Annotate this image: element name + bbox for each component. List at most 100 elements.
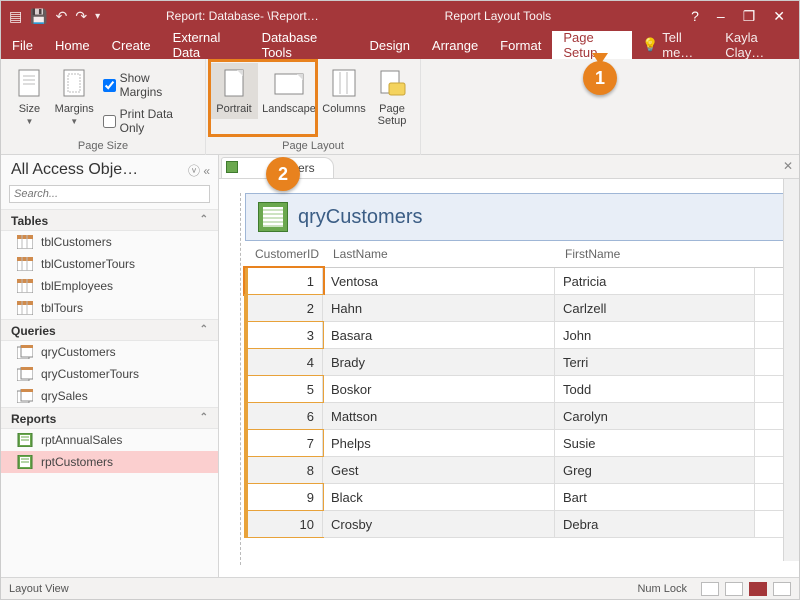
- cell-id[interactable]: 4: [245, 349, 323, 375]
- cell-lastname[interactable]: Ventosa: [323, 268, 555, 294]
- cell-firstname[interactable]: Carlzell: [555, 295, 755, 321]
- print-data-only-checkbox[interactable]: Print Data Only: [97, 105, 199, 137]
- tell-me[interactable]: 💡 Tell me…: [632, 31, 715, 59]
- table-row[interactable]: 9BlackBart: [245, 484, 789, 511]
- cell-id[interactable]: 7: [245, 430, 323, 456]
- cell-firstname[interactable]: Carolyn: [555, 403, 755, 429]
- cell-firstname[interactable]: Todd: [555, 376, 755, 402]
- cell-id[interactable]: 1: [245, 268, 323, 294]
- table-row[interactable]: 3BasaraJohn: [245, 322, 789, 349]
- cell-id[interactable]: 9: [245, 484, 323, 510]
- tab-external-data[interactable]: External Data: [162, 31, 251, 59]
- restore-button[interactable]: ❐: [743, 8, 756, 25]
- cell-lastname[interactable]: Brady: [323, 349, 555, 375]
- close-button[interactable]: ✕: [773, 8, 785, 25]
- table-row[interactable]: 8GestGreg: [245, 457, 789, 484]
- cell-firstname[interactable]: Bart: [555, 484, 755, 510]
- qatb-more-icon[interactable]: ▾: [95, 11, 100, 22]
- nav-item-tblcustomers[interactable]: tblCustomers: [1, 231, 218, 253]
- nav-item-qrycustomertours[interactable]: qryCustomerTours: [1, 363, 218, 385]
- cell-firstname[interactable]: Patricia: [555, 268, 755, 294]
- print-data-only-input[interactable]: [103, 115, 116, 128]
- report-icon: [17, 455, 33, 469]
- cell-lastname[interactable]: Basara: [323, 322, 555, 348]
- tab-database-tools[interactable]: Database Tools: [251, 31, 349, 59]
- cell-lastname[interactable]: Boskor: [323, 376, 555, 402]
- col-firstname[interactable]: FirstName: [555, 241, 755, 267]
- view-print-button[interactable]: [725, 582, 743, 596]
- nav-section-tables[interactable]: Tables⌃: [1, 209, 218, 231]
- nav-item-tbltours[interactable]: tblTours: [1, 297, 218, 319]
- nav-title[interactable]: All Access Obje…: [11, 161, 138, 179]
- cell-firstname[interactable]: John: [555, 322, 755, 348]
- nav-item-tblemployees[interactable]: tblEmployees: [1, 275, 218, 297]
- cell-firstname[interactable]: Debra: [555, 511, 755, 537]
- columns-button[interactable]: Columns: [320, 63, 368, 119]
- cell-firstname[interactable]: Greg: [555, 457, 755, 483]
- view-report-button[interactable]: [701, 582, 719, 596]
- cell-id[interactable]: 5: [245, 376, 323, 402]
- report-title-bar[interactable]: qryCustomers: [245, 193, 789, 241]
- table-row[interactable]: 2HahnCarlzell: [245, 295, 789, 322]
- tab-format[interactable]: Format: [489, 31, 552, 59]
- cell-lastname[interactable]: Mattson: [323, 403, 555, 429]
- navigation-pane: All Access Obje… ⓥ « Tables⌃tblCustomers…: [1, 155, 219, 577]
- size-button[interactable]: Size ▼: [7, 63, 52, 130]
- help-button[interactable]: ?: [691, 8, 699, 25]
- nav-item-qrysales[interactable]: qrySales: [1, 385, 218, 407]
- margins-button[interactable]: Margins ▼: [52, 63, 97, 130]
- report-grid: 1VentosaPatricia2HahnCarlzell3BasaraJohn…: [245, 268, 789, 538]
- tab-file[interactable]: File: [1, 31, 44, 59]
- table-row[interactable]: 5BoskorTodd: [245, 376, 789, 403]
- chevron-collapse-icon: ⌃: [200, 324, 208, 338]
- cell-id[interactable]: 8: [245, 457, 323, 483]
- cell-id[interactable]: 10: [245, 511, 323, 537]
- cell-lastname[interactable]: Gest: [323, 457, 555, 483]
- tab-create[interactable]: Create: [101, 31, 162, 59]
- cell-firstname[interactable]: Terri: [555, 349, 755, 375]
- minimize-button[interactable]: –: [717, 8, 725, 25]
- report-canvas[interactable]: qryCustomers CustomerID LastName FirstNa…: [245, 193, 799, 577]
- nav-search-input[interactable]: [9, 185, 210, 203]
- vertical-scrollbar[interactable]: [783, 179, 799, 561]
- table-row[interactable]: 6MattsonCarolyn: [245, 403, 789, 430]
- nav-item-rptcustomers[interactable]: rptCustomers: [1, 451, 218, 473]
- cell-id[interactable]: 2: [245, 295, 323, 321]
- show-margins-checkbox[interactable]: Show Margins: [97, 69, 199, 101]
- nav-section-queries[interactable]: Queries⌃: [1, 319, 218, 341]
- table-row[interactable]: 1VentosaPatricia: [245, 268, 789, 295]
- cell-firstname[interactable]: Susie: [555, 430, 755, 456]
- redo-icon[interactable]: ↷: [75, 8, 87, 25]
- cell-lastname[interactable]: Black: [323, 484, 555, 510]
- table-row[interactable]: 4BradyTerri: [245, 349, 789, 376]
- save-icon[interactable]: 💾: [30, 8, 47, 25]
- show-margins-input[interactable]: [103, 79, 116, 92]
- nav-item-qrycustomers[interactable]: qryCustomers: [1, 341, 218, 363]
- view-design-button[interactable]: [773, 582, 791, 596]
- nav-collapse-icon[interactable]: ⓥ «: [188, 162, 210, 179]
- tab-design[interactable]: Design: [358, 31, 420, 59]
- tab-arrange[interactable]: Arrange: [421, 31, 489, 59]
- cell-id[interactable]: 3: [245, 322, 323, 348]
- cell-lastname[interactable]: Phelps: [323, 430, 555, 456]
- view-layout-button[interactable]: [749, 582, 767, 596]
- ribbon-group-page-layout: Portrait Landscape Columns Page Setup: [206, 59, 421, 155]
- tab-home[interactable]: Home: [44, 31, 101, 59]
- portrait-button[interactable]: Portrait: [210, 63, 258, 119]
- table-row[interactable]: 7PhelpsSusie: [245, 430, 789, 457]
- undo-icon[interactable]: ↶: [56, 8, 68, 25]
- page-setup-button[interactable]: Page Setup: [368, 63, 416, 131]
- nav-section-reports[interactable]: Reports⌃: [1, 407, 218, 429]
- table-row[interactable]: 10CrosbyDebra: [245, 511, 789, 538]
- user-label[interactable]: Kayla Clay…: [715, 31, 799, 59]
- col-customerid[interactable]: CustomerID: [245, 241, 323, 267]
- landscape-button[interactable]: Landscape: [258, 63, 320, 119]
- cell-id[interactable]: 6: [245, 403, 323, 429]
- cell-lastname[interactable]: Hahn: [323, 295, 555, 321]
- document-tab-close-icon[interactable]: ✕: [783, 159, 793, 173]
- nav-item-tblcustomertours[interactable]: tblCustomerTours: [1, 253, 218, 275]
- table-icon: [17, 257, 33, 271]
- col-lastname[interactable]: LastName: [323, 241, 555, 267]
- cell-lastname[interactable]: Crosby: [323, 511, 555, 537]
- nav-item-rptannualsales[interactable]: rptAnnualSales: [1, 429, 218, 451]
